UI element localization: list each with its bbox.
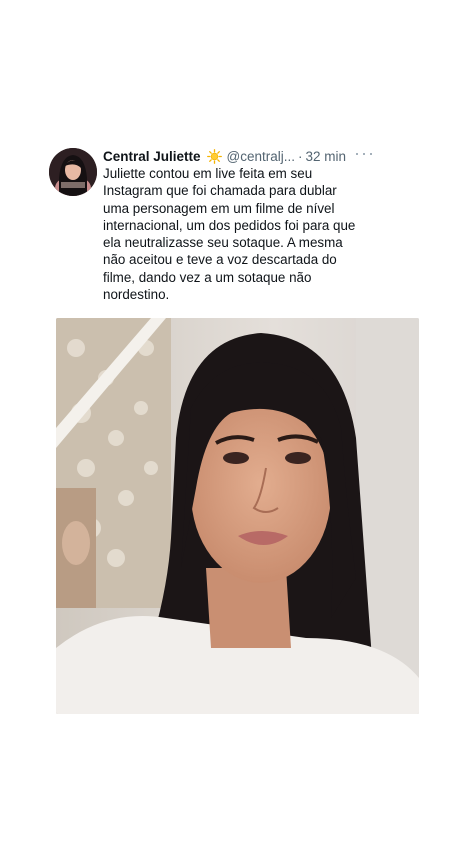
sun-emoji-icon (206, 148, 222, 164)
tweet-text-line: filme, dando vez a um sotaque não (103, 269, 312, 285)
timestamp[interactable]: 32 min (306, 149, 347, 164)
tweet-text-line: não aceitou e teve a voz descartada do (103, 252, 337, 268)
woman-portrait-image (56, 318, 419, 714)
tweet-text-line: Instagram que foi chamada para dublar (103, 183, 337, 199)
separator-dot: · (298, 148, 303, 164)
handle[interactable]: @centralj... (227, 149, 295, 164)
tweet-text-line: internacional, um dos pedidos foi para q… (103, 217, 356, 233)
tweet-text-line: nordestino. (103, 287, 170, 303)
tweet-media[interactable] (56, 318, 419, 714)
more-horizontal-icon[interactable] (356, 147, 372, 161)
tweet-card[interactable]: Central Juliette @centralj... · 32 min J… (0, 0, 474, 842)
tweet-text-line: ela neutralizasse seu sotaque. A mesma (103, 235, 343, 251)
tweet-text-line: Juliette contou em live feita em seu (103, 166, 313, 181)
display-name[interactable]: Central Juliette (103, 149, 201, 164)
tweet-header: Central Juliette @centralj... · 32 min (103, 147, 346, 165)
tweet-text-line: uma personagem em um filme de nível (103, 200, 335, 216)
avatar[interactable] (49, 148, 97, 196)
tweet-text: Juliette contou em live feita em seu Ins… (103, 165, 393, 303)
